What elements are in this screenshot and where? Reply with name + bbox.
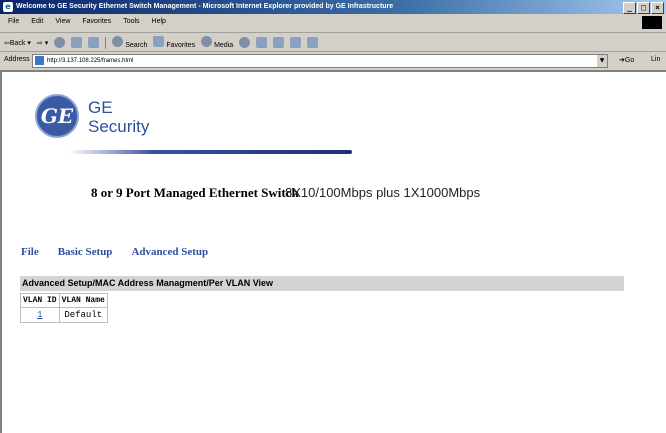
page-content: GE GE Security 8 or 9 Port Managed Ether… [0, 72, 666, 433]
mail-icon[interactable] [256, 37, 268, 48]
menu-file[interactable]: File [8, 18, 19, 25]
favorites-icon [153, 36, 165, 47]
window-controls: _ □ × [623, 2, 664, 14]
internet-explorer-icon: e [3, 2, 13, 12]
page-icon [35, 55, 44, 65]
windows-logo-icon [642, 16, 662, 29]
product-subheading: 8X10/100Mbps plus 1X1000Mbps [285, 185, 481, 200]
home-icon[interactable] [88, 37, 100, 48]
edit-icon[interactable] [290, 37, 302, 48]
vlan-table: VLAN ID VLAN Name 1 Default [20, 293, 108, 323]
close-button[interactable]: × [651, 2, 664, 14]
nav-file[interactable]: File [21, 246, 39, 258]
menu-view[interactable]: View [55, 18, 70, 25]
stop-icon[interactable] [54, 37, 66, 48]
brand-swoosh [69, 150, 352, 154]
go-button[interactable]: ➔Go [619, 56, 634, 64]
brand-name-security: Security [88, 117, 150, 136]
search-icon [112, 36, 124, 47]
address-url: http://3.137.108.225/frames.html [47, 58, 134, 64]
search-button[interactable]: Search [112, 36, 147, 49]
column-header-vlan-id: VLAN ID [20, 293, 60, 308]
nav-advanced-setup[interactable]: Advanced Setup [131, 246, 208, 258]
history-icon[interactable] [239, 37, 251, 48]
ge-logo: GE [35, 94, 79, 138]
vlan-id-link[interactable]: 1 [37, 310, 42, 320]
toolbar: ⇦Back ▾ ⇨ ▾ Search Favorites Media [0, 33, 666, 52]
address-input[interactable]: http://3.137.108.225/frames.html ▼ [32, 54, 608, 68]
media-icon [201, 36, 213, 47]
discuss-icon[interactable] [307, 37, 319, 48]
address-label: Address [4, 56, 30, 63]
maximize-button[interactable]: □ [637, 2, 650, 14]
favorites-button[interactable]: Favorites [153, 36, 195, 49]
toolbar-separator [105, 36, 107, 49]
vlan-id-cell: 1 [20, 307, 60, 323]
print-icon[interactable] [273, 37, 285, 48]
vlan-name-cell: Default [58, 307, 108, 323]
menu-favorites[interactable]: Favorites [82, 18, 111, 25]
window-title: Welcome to GE Security Ethernet Switch M… [16, 3, 394, 10]
main-nav: File Basic Setup Advanced Setup [21, 246, 227, 258]
table-row: 1 Default [20, 307, 108, 323]
links-button[interactable]: Lin [651, 56, 660, 63]
column-header-vlan-name: VLAN Name [58, 293, 108, 308]
address-bar: Address http://3.137.108.225/frames.html… [0, 52, 666, 72]
table-header-row: VLAN ID VLAN Name [20, 293, 108, 308]
window-titlebar: e Welcome to GE Security Ethernet Switch… [0, 0, 666, 14]
refresh-icon[interactable] [71, 37, 83, 48]
forward-button[interactable]: ⇨ ▾ [37, 39, 48, 47]
menu-help[interactable]: Help [152, 18, 166, 25]
product-heading: 8 or 9 Port Managed Ethernet Switch [91, 185, 299, 200]
minimize-button[interactable]: _ [623, 2, 636, 14]
section-title-bar: Advanced Setup/MAC Address Managment/Per… [20, 276, 624, 291]
address-dropdown-icon[interactable]: ▼ [597, 55, 607, 67]
back-button[interactable]: ⇦Back ▾ [4, 39, 31, 47]
media-button[interactable]: Media [201, 36, 233, 49]
menu-tools[interactable]: Tools [123, 18, 139, 25]
brand-name-ge: GE [88, 98, 113, 117]
section-title: Advanced Setup/MAC Address Managment/Per… [22, 278, 274, 288]
menu-bar: File Edit View Favorites Tools Help [0, 14, 666, 33]
menu-edit[interactable]: Edit [31, 18, 43, 25]
nav-basic-setup[interactable]: Basic Setup [58, 246, 113, 258]
